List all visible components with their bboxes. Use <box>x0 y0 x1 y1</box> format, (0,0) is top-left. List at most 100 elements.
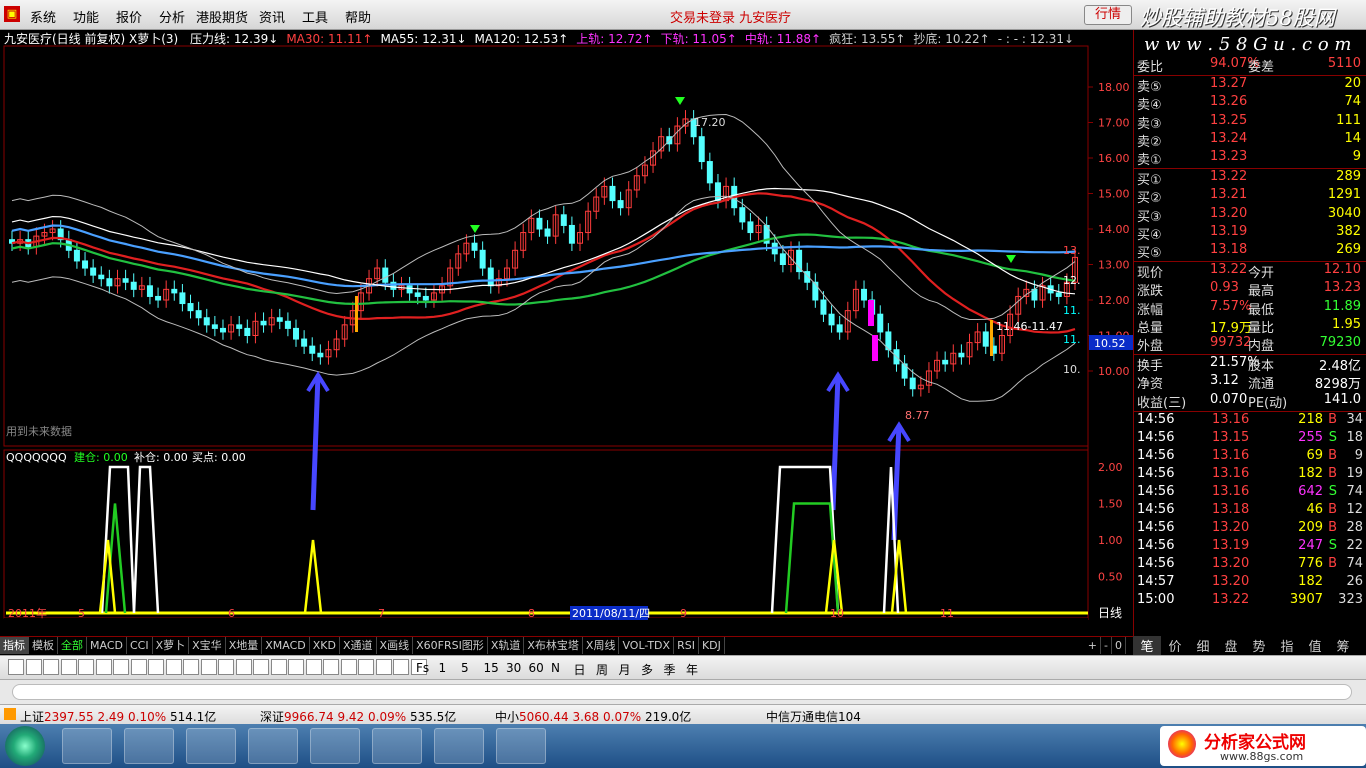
ie-icon[interactable] <box>372 728 422 764</box>
kline-chart[interactable]: 18.0017.0016.0015.0014.0013.0012.0011.00… <box>0 30 1133 620</box>
period-button-12[interactable]: 年 <box>686 661 698 678</box>
period-button-5[interactable]: 60 <box>529 661 544 675</box>
toolbar-tool-icon[interactable] <box>270 659 287 675</box>
command-input[interactable] <box>12 684 1352 700</box>
tab-13[interactable]: X轨道 <box>488 637 525 654</box>
tab-4[interactable]: CCI <box>127 637 153 654</box>
tab-17[interactable]: RSI <box>674 637 699 654</box>
tab-2[interactable]: 全部 <box>58 637 87 654</box>
toolbar-tool-icon[interactable] <box>288 659 304 675</box>
right-tab-5[interactable]: 指 <box>1273 636 1301 655</box>
index-quote-1[interactable]: 深证9966.74 9.42 0.09% 535.5亿 <box>260 708 456 725</box>
period-button-6[interactable]: N <box>551 661 560 675</box>
period-button-3[interactable]: 15 <box>484 661 499 675</box>
tab-6[interactable]: X宝华 <box>189 637 226 654</box>
tab-control-2[interactable]: 0 <box>1112 637 1126 654</box>
toolbar-tool-icon[interactable] <box>253 659 269 675</box>
toolbar-tool-icon[interactable] <box>78 659 94 675</box>
tab-5[interactable]: X萝卜 <box>153 637 190 654</box>
right-tab-1[interactable]: 价 <box>1161 636 1189 655</box>
quote-label: 换手 <box>1137 359 1164 375</box>
broker-app-icon[interactable] <box>124 728 174 764</box>
indicator-frame <box>3 449 1089 619</box>
toolbar-tool-icon[interactable] <box>393 659 409 675</box>
tab-1[interactable]: 模板 <box>29 637 58 654</box>
period-button-9[interactable]: 月 <box>619 661 631 678</box>
tab-18[interactable]: KDJ <box>699 637 725 654</box>
candle-body <box>796 249 803 273</box>
toolbar-tool-icon[interactable] <box>25 659 42 675</box>
tab-15[interactable]: X周线 <box>583 637 620 654</box>
tab-12[interactable]: X60FRSI图形 <box>413 637 488 654</box>
explorer-icon[interactable] <box>62 728 112 764</box>
price-tick-label: 14.00 <box>1098 223 1130 236</box>
right-tab-2[interactable]: 细 <box>1189 636 1217 655</box>
toolbar-tool-icon[interactable] <box>113 659 129 675</box>
tick-price: 13.19 <box>1212 537 1250 553</box>
menu-analysis[interactable]: 分析 <box>159 7 185 26</box>
toolbar-tool-icon[interactable] <box>95 659 112 675</box>
toolbar-tool-icon[interactable] <box>340 659 357 675</box>
toolbar-tool-icon[interactable] <box>305 659 322 675</box>
toolbar-tool-icon[interactable] <box>218 659 234 675</box>
period-button-11[interactable]: 季 <box>664 661 676 678</box>
paint-icon[interactable] <box>248 728 298 764</box>
candle-body <box>219 327 226 333</box>
tab-9[interactable]: XKD <box>310 637 340 654</box>
toolbar-tool-icon[interactable] <box>375 659 392 675</box>
tab-7[interactable]: X地量 <box>226 637 263 654</box>
calculator-icon[interactable] <box>186 728 236 764</box>
right-tab-3[interactable]: 盘 <box>1217 636 1245 655</box>
menu-quote[interactable]: 报价 <box>116 7 142 26</box>
period-button-8[interactable]: 周 <box>596 661 608 678</box>
tab-8[interactable]: XMACD <box>262 637 310 654</box>
menu-system[interactable]: 系统 <box>30 7 56 26</box>
quote-value: 0.070 <box>1210 391 1248 407</box>
menu-tools[interactable]: 工具 <box>302 7 328 26</box>
start-button[interactable] <box>5 726 45 766</box>
period-button-4[interactable]: 30 <box>506 661 521 675</box>
time-tick-label: 9 <box>680 607 687 620</box>
menu-function[interactable]: 功能 <box>73 7 99 26</box>
toolbar-tool-icon[interactable] <box>323 659 339 675</box>
right-tab-6[interactable]: 值 <box>1301 636 1329 655</box>
toolbar-tool-icon[interactable] <box>60 659 77 675</box>
quote-button[interactable]: 行情 <box>1084 5 1132 25</box>
menu-news[interactable]: 资讯 <box>259 7 285 26</box>
toolbar-tool-icon[interactable] <box>8 659 24 675</box>
right-tab-4[interactable]: 势 <box>1245 636 1273 655</box>
tab-3[interactable]: MACD <box>87 637 127 654</box>
toolbar-tool-icon[interactable] <box>200 659 217 675</box>
candle-body <box>244 327 251 336</box>
tab-16[interactable]: VOL-TDX <box>619 637 675 654</box>
tab-10[interactable]: X通道 <box>340 637 377 654</box>
tab-control-0[interactable]: + <box>1085 637 1102 654</box>
period-button-2[interactable]: 5 <box>461 661 469 675</box>
period-button-10[interactable]: 多 <box>641 661 653 678</box>
toolbar-tool-icon[interactable] <box>165 659 182 675</box>
toolbar-tool-icon[interactable] <box>43 659 59 675</box>
toolbar-tool-icon[interactable] <box>130 659 147 675</box>
tab-14[interactable]: X布林宝塔 <box>524 637 583 654</box>
menu-help[interactable]: 帮助 <box>345 7 371 26</box>
period-button-7[interactable]: 日 <box>574 661 586 678</box>
right-label-4: 11. <box>1063 333 1081 346</box>
buy-row-2: 买② 13.21 1291 <box>1134 187 1366 206</box>
toolbar-tool-icon[interactable] <box>183 659 199 675</box>
index-quote-0[interactable]: 上证2397.55 2.49 0.10% 514.1亿 <box>20 708 216 725</box>
tab-control-1[interactable]: - <box>1101 637 1112 654</box>
period-button-1[interactable]: 1 <box>439 661 447 675</box>
toolbar-tool-icon[interactable] <box>358 659 374 675</box>
notepad-icon[interactable] <box>310 728 360 764</box>
right-tab-7[interactable]: 筹 <box>1329 636 1357 655</box>
index-quote-2[interactable]: 中小5060.44 3.68 0.07% 219.0亿 <box>495 708 691 725</box>
tab-11[interactable]: X画线 <box>377 637 414 654</box>
toolbar-tool-icon[interactable] <box>148 659 164 675</box>
stock-app-icon[interactable] <box>496 728 546 764</box>
tab-0[interactable]: 指标 <box>0 637 29 654</box>
toolbar-tool-icon[interactable] <box>235 659 252 675</box>
media-player-icon[interactable] <box>434 728 484 764</box>
period-button-0[interactable]: Fs <box>416 661 429 675</box>
right-tab-0[interactable]: 笔 <box>1133 636 1161 655</box>
menu-hk-futures[interactable]: 港股期货 <box>196 7 248 26</box>
